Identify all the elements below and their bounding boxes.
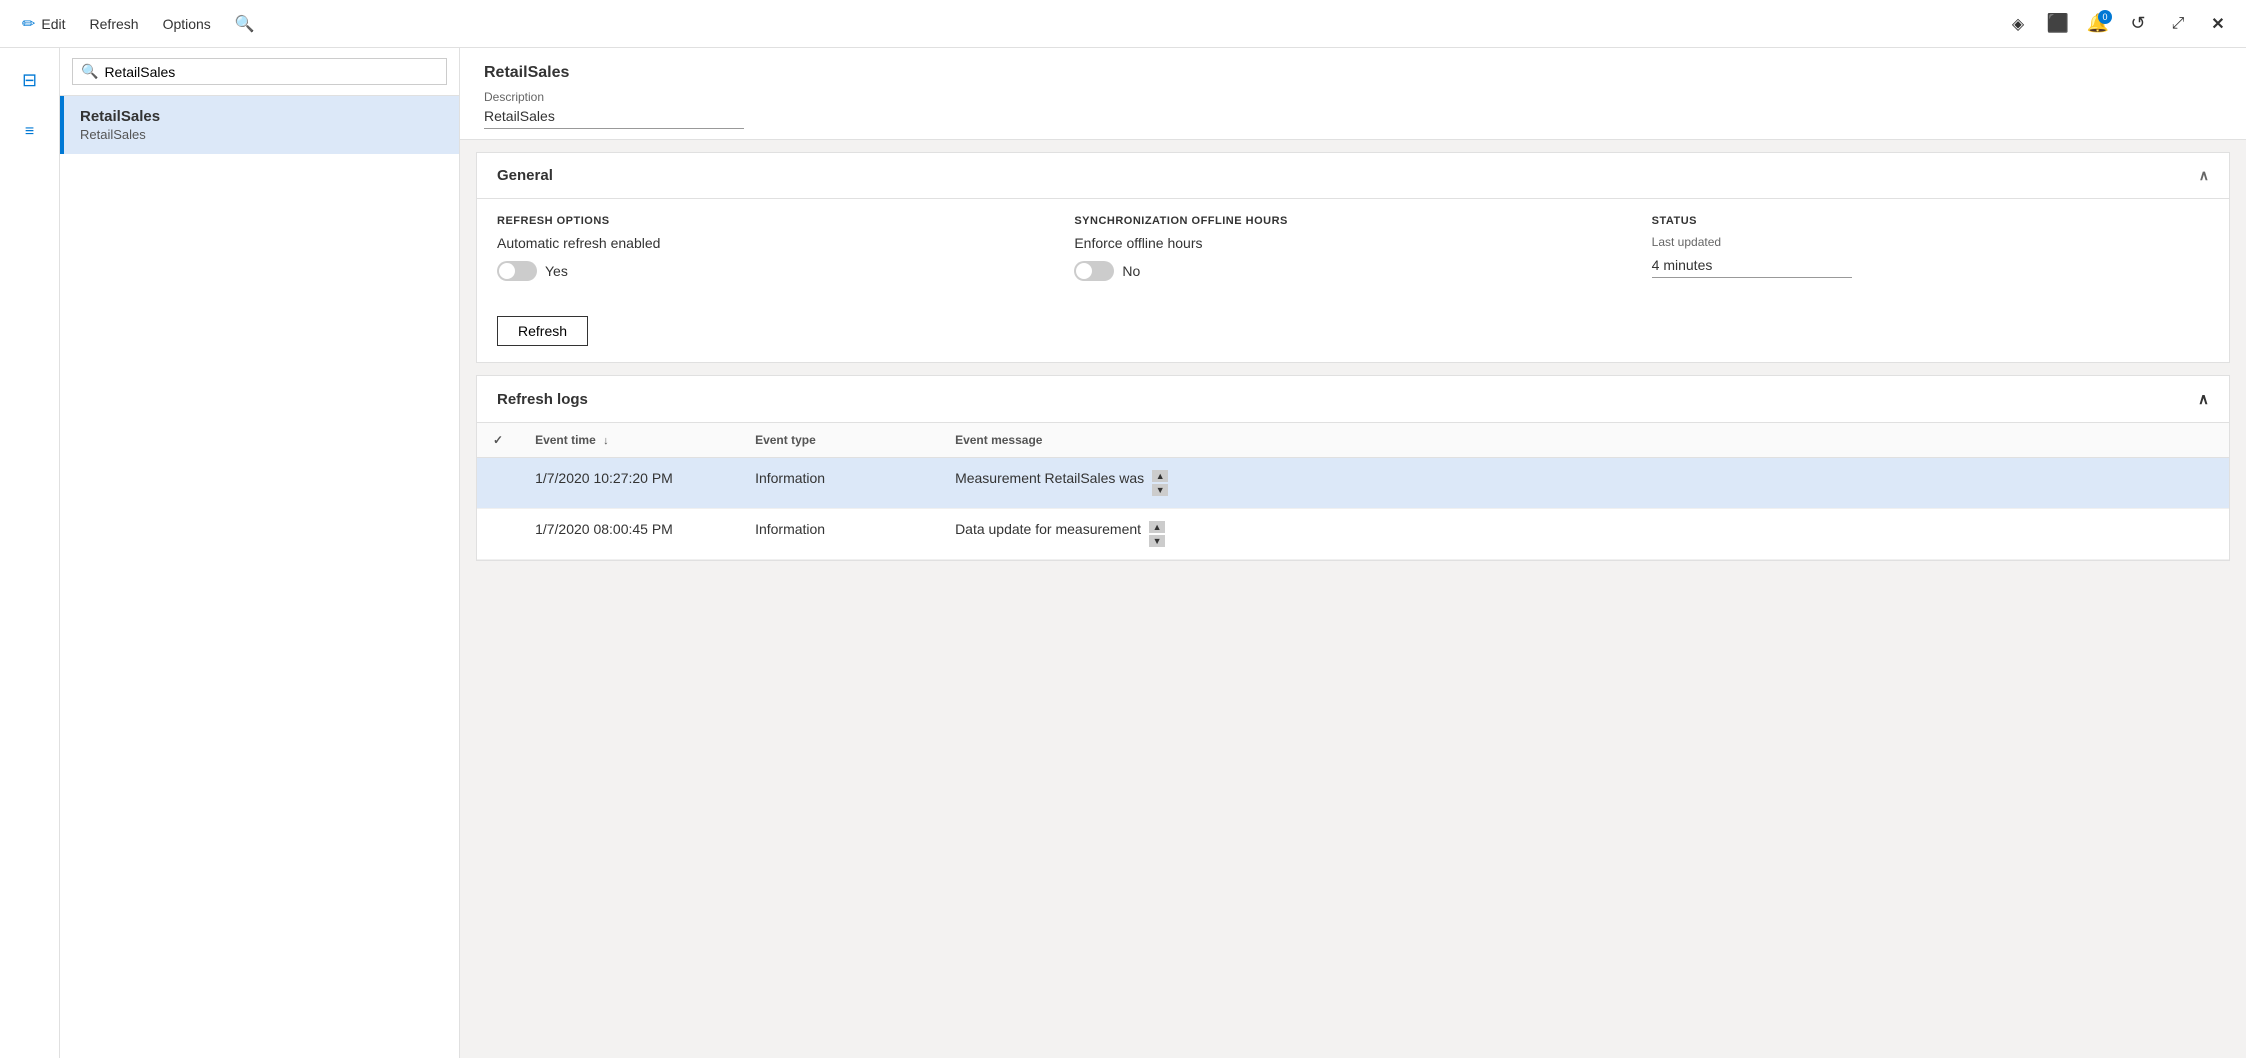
- auto-refresh-label: Automatic refresh enabled: [497, 235, 1054, 251]
- list-item[interactable]: RetailSales RetailSales: [60, 96, 459, 154]
- refresh-logs-header: Refresh logs ∧: [477, 376, 2229, 423]
- row-event-time: 1/7/2020 08:00:45 PM: [519, 509, 739, 560]
- row-event-time: 1/7/2020 10:27:20 PM: [519, 458, 739, 509]
- diamond-icon: ◈: [2012, 14, 2024, 34]
- general-section-header: General ∧: [477, 153, 2229, 199]
- search-input-wrap[interactable]: 🔍: [72, 58, 447, 85]
- sidebar: ⊟ ≡: [0, 48, 60, 1058]
- content-header: RetailSales Description RetailSales: [460, 48, 2246, 140]
- refresh-toolbar-label: Refresh: [90, 16, 139, 32]
- refresh-logs-title: Refresh logs: [497, 391, 588, 408]
- toolbar: ✏ Edit Refresh Options 🔍 ◈ ⬛ 🔔 0 ↺ ⤢ ✕: [0, 0, 2246, 48]
- close-button[interactable]: ✕: [2202, 8, 2234, 40]
- options-label: Options: [163, 16, 211, 32]
- row-check: [477, 509, 519, 560]
- refresh-logs-table: ✓ Event time ↓ Event type Event message: [477, 423, 2229, 560]
- list-item-title: RetailSales: [80, 108, 443, 125]
- left-panel: 🔍 RetailSales RetailSales: [60, 48, 460, 1058]
- refresh-options-label: REFRESH OPTIONS: [497, 215, 1054, 227]
- search-box: 🔍: [60, 48, 459, 96]
- content-title: RetailSales: [484, 64, 2222, 82]
- toolbar-right: ◈ ⬛ 🔔 0 ↺ ⤢ ✕: [2002, 8, 2234, 40]
- table-row[interactable]: 1/7/2020 08:00:45 PM Information Data up…: [477, 509, 2229, 560]
- event-message-header[interactable]: Event message: [939, 423, 2229, 458]
- sort-icon: ↓: [603, 435, 609, 447]
- logs-table-body: 1/7/2020 10:27:20 PM Information Measure…: [477, 458, 2229, 560]
- main-layout: ⊟ ≡ 🔍 RetailSales RetailSales RetailSale…: [0, 48, 2246, 1058]
- status-column: STATUS Last updated 4 minutes: [1652, 215, 2209, 346]
- search-toolbar-icon: 🔍: [235, 14, 255, 34]
- row-event-message: Data update for measurement ▲ ▼: [939, 509, 2229, 560]
- edit-label: Edit: [41, 16, 65, 32]
- enforce-offline-toggle[interactable]: No: [1074, 261, 1140, 281]
- refresh-toolbar-button[interactable]: Refresh: [80, 12, 149, 36]
- scroll-up-btn[interactable]: ▲: [1149, 521, 1165, 533]
- status-label: STATUS: [1652, 215, 2209, 227]
- enforce-offline-toggle-thumb: [1076, 263, 1092, 279]
- general-grid: REFRESH OPTIONS Automatic refresh enable…: [477, 199, 2229, 362]
- notification-button[interactable]: 🔔 0: [2082, 8, 2114, 40]
- right-content: RetailSales Description RetailSales Gene…: [460, 48, 2246, 1058]
- row-scroll-controls[interactable]: ▲ ▼: [1152, 470, 1168, 496]
- logs-collapse-icon[interactable]: ∧: [2198, 390, 2209, 408]
- last-updated-label: Last updated: [1652, 235, 2209, 249]
- enforce-offline-toggle-label: No: [1122, 263, 1140, 279]
- list-item-subtitle: RetailSales: [80, 127, 443, 142]
- search-input[interactable]: [104, 64, 438, 80]
- diamond-icon-button[interactable]: ◈: [2002, 8, 2034, 40]
- options-button[interactable]: Options: [153, 12, 221, 36]
- enforce-offline-label: Enforce offline hours: [1074, 235, 1631, 251]
- auto-refresh-toggle[interactable]: Yes: [497, 261, 568, 281]
- sync-offline-column: SYNCHRONIZATION OFFLINE HOURS Enforce of…: [1074, 215, 1631, 346]
- refresh-logs-section: Refresh logs ∧ ✓ Event time ↓ Event: [476, 375, 2230, 561]
- row-event-type: Information: [739, 458, 939, 509]
- description-label: Description: [484, 90, 2222, 104]
- general-collapse-icon[interactable]: ∧: [2199, 167, 2209, 184]
- filter-icon-button[interactable]: ⊟: [10, 60, 50, 100]
- auto-refresh-toggle-thumb: [499, 263, 515, 279]
- table-row[interactable]: 1/7/2020 10:27:20 PM Information Measure…: [477, 458, 2229, 509]
- row-event-message: Measurement RetailSales was ▲ ▼: [939, 458, 2229, 509]
- checkmark-icon: ✓: [493, 433, 503, 447]
- refresh-options-column: REFRESH OPTIONS Automatic refresh enable…: [497, 215, 1054, 346]
- edit-button[interactable]: ✏ Edit: [12, 10, 76, 38]
- scroll-down-btn[interactable]: ▼: [1152, 484, 1168, 496]
- description-value: RetailSales: [484, 108, 744, 129]
- auto-refresh-toggle-label: Yes: [545, 263, 568, 279]
- auto-refresh-toggle-track[interactable]: [497, 261, 537, 281]
- expand-icon: ⤢: [2172, 15, 2185, 33]
- filter-icon: ⊟: [22, 70, 37, 91]
- edit-icon: ✏: [22, 14, 35, 34]
- event-type-header[interactable]: Event type: [739, 423, 939, 458]
- event-time-header[interactable]: Event time ↓: [519, 423, 739, 458]
- enforce-offline-toggle-track[interactable]: [1074, 261, 1114, 281]
- refresh-icon-button[interactable]: ↺: [2122, 8, 2154, 40]
- search-toolbar-button[interactable]: 🔍: [225, 10, 265, 38]
- row-scroll-controls[interactable]: ▲ ▼: [1149, 521, 1165, 547]
- scroll-up-btn[interactable]: ▲: [1152, 470, 1168, 482]
- search-icon: 🔍: [81, 63, 98, 80]
- general-section: General ∧ REFRESH OPTIONS Automatic refr…: [476, 152, 2230, 363]
- last-updated-value: 4 minutes: [1652, 257, 1852, 278]
- refresh-icon: ↺: [2130, 13, 2145, 34]
- office-icon: ⬛: [2047, 13, 2069, 34]
- menu-icon-button[interactable]: ≡: [10, 112, 50, 152]
- office-icon-button[interactable]: ⬛: [2042, 8, 2074, 40]
- expand-icon-button[interactable]: ⤢: [2162, 8, 2194, 40]
- logs-table-header: ✓ Event time ↓ Event type Event message: [477, 423, 2229, 458]
- menu-icon: ≡: [25, 124, 34, 140]
- sync-offline-label: SYNCHRONIZATION OFFLINE HOURS: [1074, 215, 1631, 227]
- close-icon: ✕: [2211, 14, 2224, 34]
- notification-badge: 0: [2098, 10, 2112, 24]
- refresh-action-button[interactable]: Refresh: [497, 316, 588, 346]
- scroll-down-btn[interactable]: ▼: [1149, 535, 1165, 547]
- row-check: [477, 458, 519, 509]
- row-event-type: Information: [739, 509, 939, 560]
- check-col-header: ✓: [477, 423, 519, 458]
- general-section-title: General: [497, 167, 553, 184]
